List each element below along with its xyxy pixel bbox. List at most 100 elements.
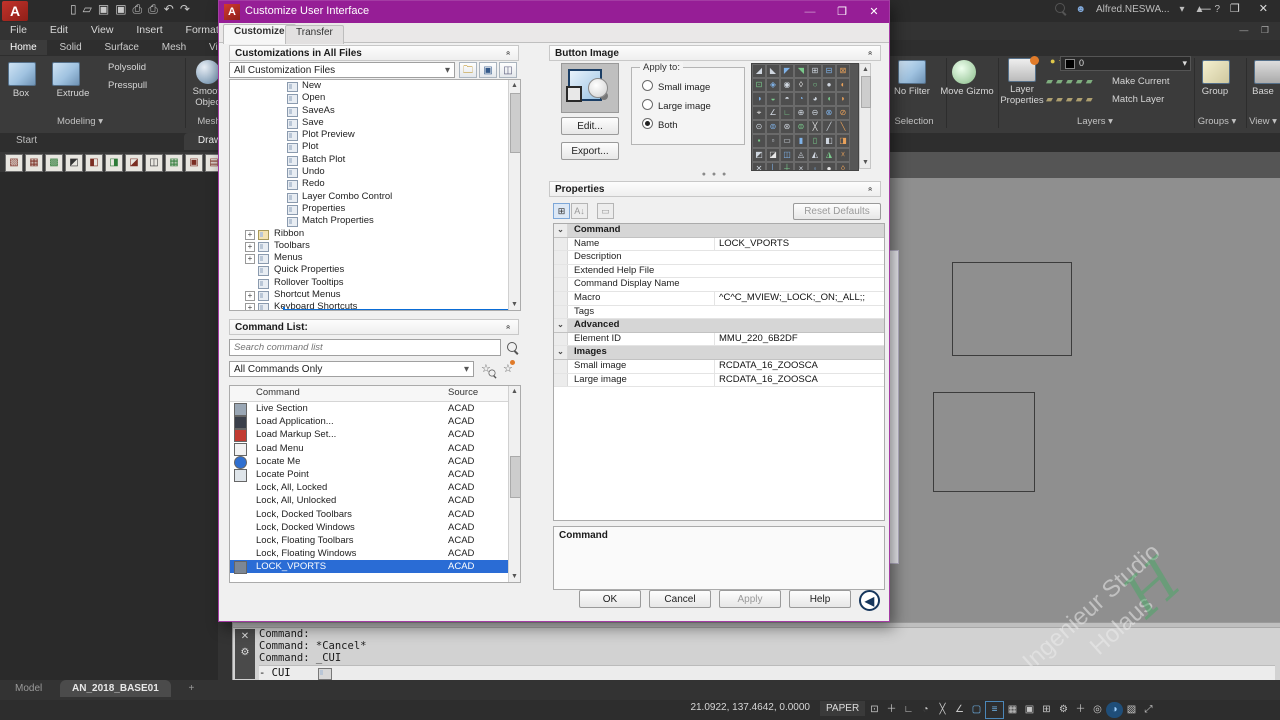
prop-row[interactable]: Small image RCDATA_16_ZOOSCA	[554, 359, 884, 374]
command-row[interactable]: Load Application... ACAD	[230, 415, 520, 430]
prop-row[interactable]: Extended Help File	[554, 264, 884, 279]
tree-item-open[interactable]: Open	[230, 92, 520, 105]
tree-item-shortcut-menus[interactable]: + Shortcut Menus	[230, 289, 520, 302]
icon[interactable]: ◓	[780, 92, 794, 106]
icon[interactable]: ＋	[1072, 702, 1089, 718]
polysolid-tool[interactable]: Polysolid	[108, 62, 178, 73]
property-pages-icon[interactable]: ▭	[597, 203, 614, 219]
expand-icon[interactable]: +	[245, 229, 255, 240]
collapse-icon[interactable]	[868, 185, 876, 193]
icon[interactable]: ⊞	[1038, 702, 1055, 718]
file-tab-start[interactable]: Start	[2, 133, 51, 150]
icon[interactable]: ◩	[752, 148, 766, 162]
box-tool[interactable]: Box	[0, 88, 42, 99]
icon[interactable]: ⊠	[836, 64, 850, 78]
base-tool[interactable]: Base	[1246, 86, 1280, 97]
icon[interactable]: ╳	[808, 120, 822, 134]
icon[interactable]: ◑	[752, 92, 766, 106]
dialog-close-button[interactable]: ✕	[859, 1, 889, 23]
icon[interactable]: ▰	[1056, 94, 1066, 104]
ribbon-tab-home[interactable]: Home	[0, 40, 47, 55]
search-icon[interactable]	[507, 342, 517, 352]
cancel-button[interactable]: Cancel	[649, 590, 711, 608]
icon[interactable]: ▰	[1046, 76, 1056, 86]
load-partial-file-icon[interactable]: 🗀	[459, 62, 477, 78]
layer-tool-icons-row1[interactable]: ▰▰▰▰▰	[1046, 76, 1096, 87]
icon[interactable]: ⌖	[752, 106, 766, 120]
tree-item-plot-preview[interactable]: Plot Preview	[230, 129, 520, 142]
command-search-input[interactable]	[230, 340, 500, 355]
tree-item-redo[interactable]: Redo	[230, 178, 520, 191]
panel-splitter[interactable]: ● ● ●	[549, 171, 881, 178]
icon[interactable]: ✕	[752, 162, 766, 170]
icon[interactable]: ▰	[1076, 94, 1086, 104]
icon[interactable]: ⚙	[1055, 702, 1072, 718]
icon[interactable]: ⊖	[808, 106, 822, 120]
viewport-rect-2[interactable]	[933, 392, 1035, 492]
icon[interactable]: ∟	[780, 106, 794, 120]
icon[interactable]: ◎	[1089, 702, 1106, 718]
icon[interactable]: ◨	[105, 154, 123, 172]
icon[interactable]: ⊙	[752, 120, 766, 134]
new-layout-button[interactable]: +	[177, 680, 207, 697]
tree-item-layer-combo-control[interactable]: Layer Combo Control	[230, 191, 520, 203]
viewport-rect-1[interactable]	[952, 262, 1072, 356]
autocad-logo-icon[interactable]: A	[2, 1, 28, 21]
menu-edit[interactable]: Edit	[40, 22, 78, 38]
prop-row[interactable]: Command Display Name	[554, 278, 884, 292]
icon[interactable]: ▣	[98, 2, 115, 16]
paper-space-toggle[interactable]: PAPER	[820, 701, 866, 716]
command-row[interactable]: Lock, Floating Toolbars ACAD	[230, 534, 520, 547]
ribbon-tab-mesh[interactable]: Mesh	[152, 40, 196, 55]
icon[interactable]: ▣	[115, 2, 132, 16]
icon[interactable]: ┼	[780, 162, 794, 170]
export-button[interactable]: Export...	[561, 142, 619, 160]
icon[interactable]: ╲	[836, 120, 850, 134]
command-list-header[interactable]: Command List:	[229, 319, 519, 335]
custom-filter-icon[interactable]: ☆	[481, 362, 496, 377]
command-row[interactable]: Lock, Docked Toolbars ACAD	[230, 508, 520, 521]
save-file-icon[interactable]: ▣	[479, 62, 497, 78]
icon[interactable]: ▩	[45, 154, 63, 172]
search-icon[interactable]	[1055, 3, 1066, 16]
radio-small-image[interactable]: Small image	[642, 80, 710, 93]
icon[interactable]: ⊡	[752, 78, 766, 92]
box-tool-icon[interactable]	[8, 62, 36, 86]
icon[interactable]: ◫	[780, 148, 794, 162]
icon[interactable]: ◈	[766, 78, 780, 92]
radio-both[interactable]: Both	[642, 118, 678, 131]
icon[interactable]: ◉	[780, 78, 794, 92]
button-image-header[interactable]: Button Image	[549, 45, 881, 61]
icon[interactable]: ∠	[951, 702, 968, 718]
icon[interactable]: ▭	[780, 134, 794, 148]
icon[interactable]: ⊗	[822, 106, 836, 120]
prop-row[interactable]: Element ID MMU_220_6B2DF	[554, 332, 884, 347]
tree-item-save[interactable]: Save	[230, 117, 520, 129]
modeling-panel-label[interactable]: Modeling ▾	[30, 116, 130, 131]
tree-item-quick-properties[interactable]: Quick Properties	[230, 264, 520, 277]
icon[interactable]: ╱	[822, 120, 836, 134]
expand-icon[interactable]: +	[245, 303, 255, 310]
icon[interactable]: ◒	[766, 92, 780, 106]
ribbon-tab-surface[interactable]: Surface	[95, 40, 149, 55]
selection-panel-label[interactable]: Selection	[886, 116, 942, 131]
icon[interactable]: ⊞	[808, 64, 822, 78]
icon[interactable]: ∠	[766, 106, 780, 120]
new-filter-icon[interactable]: ☆	[503, 360, 515, 375]
icon[interactable]: ◩	[65, 154, 83, 172]
tree-item-menus[interactable]: + Menus	[230, 252, 520, 265]
icon[interactable]: ▱	[83, 2, 98, 16]
icon[interactable]: ▦	[25, 154, 43, 172]
layout-tab-an2018[interactable]: AN_2018_BASE01	[60, 680, 171, 697]
extrude-tool-icon[interactable]	[52, 62, 80, 86]
collapse-icon[interactable]	[868, 49, 876, 57]
prop-row[interactable]: Tags	[554, 305, 884, 320]
reset-defaults-button[interactable]: Reset Defaults	[793, 203, 881, 220]
command-row[interactable]: Locate Me ACAD	[230, 455, 520, 469]
icon[interactable]: ◔	[794, 92, 808, 106]
cli-input[interactable]: - CUI	[259, 665, 1275, 680]
icon[interactable]: ◗	[836, 92, 850, 106]
menu-file[interactable]: File	[0, 22, 37, 38]
tree-item-match-properties[interactable]: Match Properties	[230, 215, 520, 228]
prop-row[interactable]: Name LOCK_VPORTS	[554, 237, 884, 252]
